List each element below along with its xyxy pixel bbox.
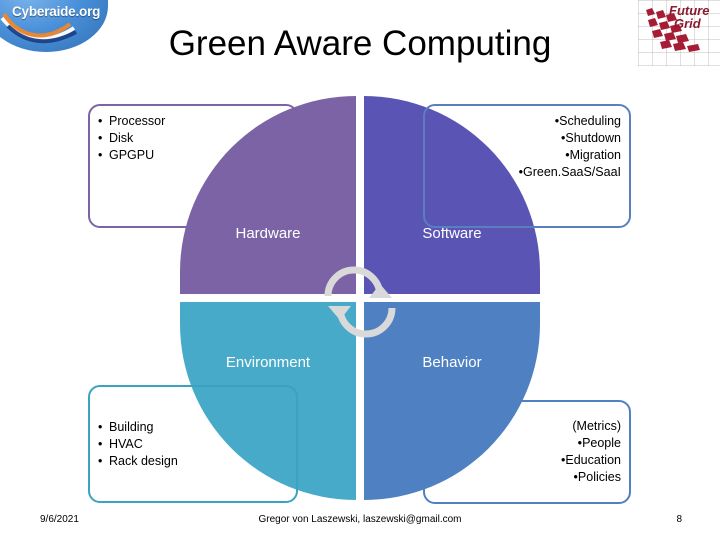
list-item: • GPGPU: [98, 147, 296, 164]
cycle-arrows-icon: [324, 266, 396, 338]
list-item-label: Migration: [569, 148, 621, 162]
list-item: •People: [554, 435, 621, 452]
page-title: Green Aware Computing: [168, 24, 552, 63]
futuregrid-logo-line2: Grid: [674, 16, 701, 31]
list-item-label: Disk: [109, 131, 134, 145]
list-item: •Green.SaaS/SaaI: [425, 164, 621, 181]
bullet-glyph: •: [98, 148, 103, 162]
callout-behavior-list: (Metrics) •People •Education •Policies: [554, 418, 621, 486]
list-item-label: People: [582, 436, 621, 450]
list-item-label: Processor: [109, 114, 166, 128]
list-item: •Education: [554, 452, 621, 469]
list-item: • Disk: [98, 130, 296, 147]
callout-environment-list: • Building • HVAC • Rack design: [98, 419, 178, 470]
quadrant-behavior-label: Behavior: [422, 354, 482, 371]
bullet-glyph: •: [577, 436, 583, 450]
list-item: • Building: [98, 419, 178, 436]
footer-author: Gregor von Laszewski, laszewski@gmail.co…: [258, 514, 462, 525]
bullet-glyph: •: [98, 453, 103, 468]
list-item-label: Policies: [577, 470, 621, 484]
callout-behavior-heading: (Metrics): [572, 419, 621, 433]
futuregrid-logo-text: Future Grid: [669, 4, 709, 30]
bullet-glyph: •: [561, 453, 566, 467]
callout-behavior: (Metrics) •People •Education •Policies: [423, 400, 631, 504]
callout-software: •Scheduling •Shutdown •Migration •Green.…: [423, 104, 631, 228]
slide-footer: 9/6/2021 Gregor von Laszewski, laszewski…: [0, 514, 720, 540]
list-item: • Processor: [98, 113, 296, 130]
bullet-glyph: •: [98, 419, 103, 434]
list-item-label: GPGPU: [109, 148, 155, 162]
bullet-glyph: •: [565, 148, 570, 162]
bullet-glyph: •: [98, 131, 103, 145]
list-item-label: Rack design: [109, 453, 178, 468]
cyberaide-logo-text: Cyberaide.org: [12, 4, 101, 19]
slide-canvas: Cyberaide.org Future Grid Green Aware Co…: [0, 0, 720, 540]
bullet-glyph: •: [554, 114, 560, 128]
list-item: • HVAC: [98, 436, 178, 453]
footer-page-number: 8: [676, 514, 682, 525]
bullet-glyph: •: [561, 131, 566, 145]
callout-hardware-list: • Processor • Disk • GPGPU: [98, 113, 296, 164]
list-item: •Scheduling: [425, 113, 621, 130]
bullet-glyph: •: [573, 470, 578, 484]
list-item-label: Green.SaaS/SaaI: [523, 165, 621, 179]
callout-hardware: • Processor • Disk • GPGPU: [88, 104, 298, 228]
callout-environment: • Building • HVAC • Rack design: [88, 385, 298, 503]
list-item: • Rack design: [98, 453, 178, 470]
callout-software-list: •Scheduling •Shutdown •Migration •Green.…: [425, 113, 621, 181]
bullet-glyph: •: [518, 165, 524, 179]
bullet-glyph: •: [98, 114, 103, 128]
list-item-label: HVAC: [109, 436, 143, 451]
list-item-label: Scheduling: [559, 114, 621, 128]
list-item: •Policies: [554, 469, 621, 486]
list-item: •Shutdown: [425, 130, 621, 147]
bullet-glyph: •: [98, 436, 103, 451]
list-item-label: Building: [109, 419, 154, 434]
quadrant-environment-label: Environment: [225, 354, 311, 371]
list-item: •Migration: [425, 147, 621, 164]
list-item-label: Shutdown: [565, 131, 621, 145]
list-item-label: Education: [565, 453, 621, 467]
